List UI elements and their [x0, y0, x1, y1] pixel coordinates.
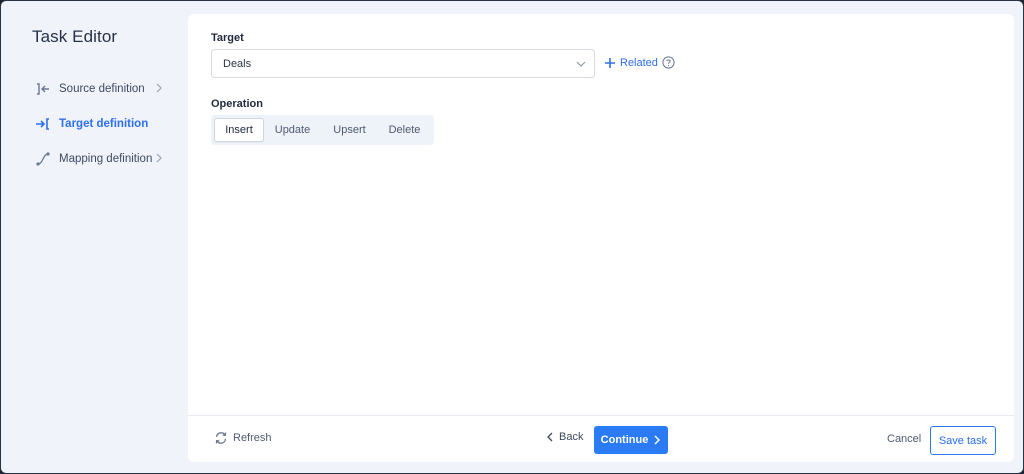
chevron-down-icon	[576, 61, 586, 67]
continue-label: Continue	[600, 434, 649, 446]
cancel-button[interactable]: Cancel	[887, 433, 921, 445]
sidebar-nav: Source definition Target definition Mapp…	[1, 71, 188, 176]
refresh-button[interactable]: Refresh	[214, 431, 272, 445]
back-label: Back	[559, 431, 584, 443]
mapping-curve-icon	[35, 151, 51, 167]
target-select-value: Deals	[223, 57, 252, 70]
add-related-button[interactable]: Related	[604, 55, 658, 71]
app-title: Task Editor	[32, 27, 118, 46]
save-task-button[interactable]: Save task	[930, 426, 996, 455]
target-label: Target	[211, 32, 244, 44]
sidebar-item-source-definition[interactable]: Source definition	[1, 71, 188, 106]
source-arrow-icon	[35, 81, 51, 97]
target-arrow-icon	[35, 116, 51, 132]
chevron-right-icon	[156, 153, 162, 163]
chevron-right-icon	[654, 435, 661, 445]
sidebar-item-target-definition[interactable]: Target definition	[1, 106, 188, 141]
sidebar: Task Editor Source definition Target def…	[1, 1, 188, 473]
operation-option-insert[interactable]: Insert	[214, 118, 264, 142]
sidebar-item-label: Source definition	[59, 82, 145, 95]
chevron-left-icon	[547, 432, 553, 442]
related-label: Related	[620, 57, 658, 69]
help-circle-icon[interactable]	[662, 56, 675, 69]
target-select[interactable]: Deals	[211, 49, 595, 78]
back-button[interactable]: Back	[546, 431, 583, 443]
operation-option-delete[interactable]: Delete	[378, 118, 431, 142]
refresh-icon	[215, 432, 227, 444]
refresh-label: Refresh	[233, 432, 272, 444]
plus-icon	[605, 58, 615, 68]
main-panel: Target Deals Related Operation Insert Up…	[188, 14, 1014, 462]
continue-button[interactable]: Continue	[594, 426, 668, 454]
sidebar-item-label: Target definition	[59, 117, 149, 130]
operation-option-update[interactable]: Update	[264, 118, 321, 142]
operation-segmented-control: Insert Update Upsert Delete	[211, 115, 434, 145]
app-window: Task Editor Source definition Target def…	[0, 0, 1024, 474]
chevron-right-icon	[156, 83, 162, 93]
footer-bar: Refresh Back Continue Cancel Save task	[188, 415, 1014, 462]
sidebar-item-mapping-definition[interactable]: Mapping definition	[1, 141, 188, 176]
operation-option-upsert[interactable]: Upsert	[321, 118, 378, 142]
sidebar-item-label: Mapping definition	[59, 152, 153, 165]
operation-label: Operation	[211, 98, 263, 110]
